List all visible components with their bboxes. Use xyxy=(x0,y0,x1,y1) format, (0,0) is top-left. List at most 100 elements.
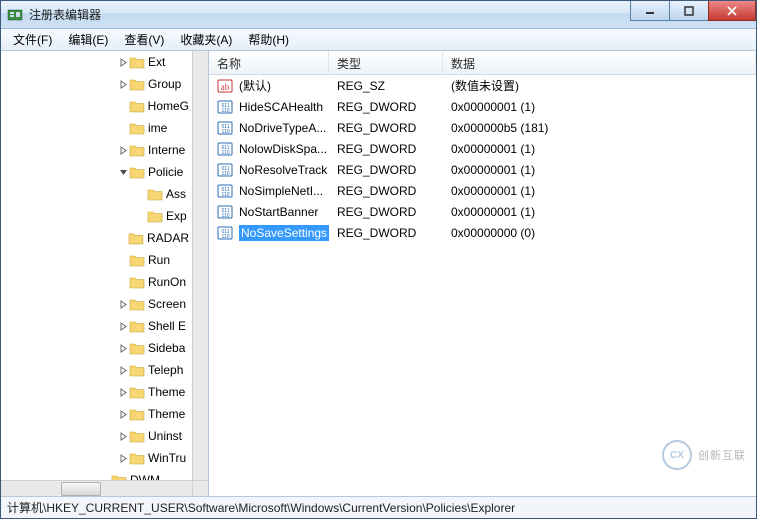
tree-item[interactable]: Uninst xyxy=(3,425,192,447)
tree-item[interactable]: Exp xyxy=(3,205,192,227)
tree-vertical-scrollbar[interactable] xyxy=(192,51,208,480)
expander-none xyxy=(117,276,129,288)
registry-value-row[interactable]: 011110NoStartBannerREG_DWORD0x00000001 (… xyxy=(209,201,756,222)
close-button[interactable] xyxy=(708,1,756,21)
value-name: NoSaveSettings xyxy=(239,225,329,241)
tree-item[interactable]: Ass xyxy=(3,183,192,205)
tree-item[interactable]: Policie xyxy=(3,161,192,183)
expander-open-icon[interactable] xyxy=(117,166,129,178)
folder-icon xyxy=(129,363,145,377)
registry-value-row[interactable]: 011110NolowDiskSpa...REG_DWORD0x00000001… xyxy=(209,138,756,159)
scrollbar-thumb[interactable] xyxy=(61,482,101,496)
list-body[interactable]: ab(默认)REG_SZ(数值未设置) 011110 HideSCAHealth RE… xyxy=(209,75,756,496)
tree-view[interactable]: ExtGroupHomeGimeInternePolicieAssExpRADA… xyxy=(1,51,192,480)
folder-icon xyxy=(129,297,145,311)
expander-closed-icon[interactable] xyxy=(117,298,129,310)
menu-file[interactable]: 文件(F) xyxy=(5,29,60,50)
value-data: 0x00000001 (1) xyxy=(443,100,756,114)
tree-item-label: Screen xyxy=(145,293,189,315)
column-header-name[interactable]: 名称 xyxy=(209,51,329,74)
dword-value-icon: 011110 xyxy=(217,120,233,136)
value-type: REG_SZ xyxy=(329,79,443,93)
expander-closed-icon[interactable] xyxy=(117,364,129,376)
tree-item[interactable]: DWM xyxy=(3,469,192,480)
expander-closed-icon[interactable] xyxy=(117,56,129,68)
status-path: 计算机\HKEY_CURRENT_USER\Software\Microsoft… xyxy=(7,499,515,516)
tree-item[interactable]: Interne xyxy=(3,139,192,161)
folder-icon xyxy=(129,143,145,157)
value-data: 0x00000001 (1) xyxy=(443,163,756,177)
tree-item[interactable]: Theme xyxy=(3,403,192,425)
registry-value-row[interactable]: 011110NoSaveSettingsREG_DWORD0x00000000 … xyxy=(209,222,756,243)
tree-item-label: Interne xyxy=(145,139,188,161)
value-name: HideSCAHealth xyxy=(239,100,323,114)
value-data: 0x00000000 (0) xyxy=(443,226,756,240)
expander-none xyxy=(117,100,129,112)
value-type: REG_DWORD xyxy=(329,142,443,156)
tree-item[interactable]: Run xyxy=(3,249,192,271)
tree-item-label: RADAR xyxy=(144,227,192,249)
tree-item[interactable]: Sideba xyxy=(3,337,192,359)
expander-closed-icon[interactable] xyxy=(117,452,129,464)
registry-value-row[interactable]: 011110NoSimpleNetI...REG_DWORD0x00000001… xyxy=(209,180,756,201)
tree-item[interactable]: RunOn xyxy=(3,271,192,293)
titlebar[interactable]: 注册表编辑器 xyxy=(1,1,756,29)
tree-item[interactable]: WinTru xyxy=(3,447,192,469)
tree-item[interactable]: ime xyxy=(3,117,192,139)
tree-horizontal-scrollbar[interactable] xyxy=(1,480,192,496)
tree-item-label: Uninst xyxy=(145,425,185,447)
expander-none xyxy=(117,122,129,134)
registry-value-row[interactable]: 011110NoResolveTrackREG_DWORD0x00000001 … xyxy=(209,159,756,180)
expander-closed-icon[interactable] xyxy=(117,342,129,354)
expander-none xyxy=(117,254,129,266)
expander-closed-icon[interactable] xyxy=(117,320,129,332)
tree-item[interactable]: RADAR xyxy=(3,227,192,249)
registry-value-row[interactable]: 011110HideSCAHealthREG_DWORD0x00000001 (… xyxy=(209,96,756,117)
tree-item-label: Ext xyxy=(145,51,168,73)
svg-text:110: 110 xyxy=(222,192,230,198)
folder-icon xyxy=(129,319,145,333)
tree-item[interactable]: Theme xyxy=(3,381,192,403)
list-pane: 名称 类型 数据 ab(默认)REG_SZ(数值未设置) 011110 HideSC… xyxy=(209,51,756,496)
value-type: REG_DWORD xyxy=(329,163,443,177)
menu-favorites[interactable]: 收藏夹(A) xyxy=(172,29,240,50)
tree-item[interactable]: Group xyxy=(3,73,192,95)
registry-value-row[interactable]: 011110NoDriveTypeA...REG_DWORD0x000000b5… xyxy=(209,117,756,138)
value-type: REG_DWORD xyxy=(329,205,443,219)
tree-item-label: Policie xyxy=(145,161,186,183)
value-name: NoSimpleNetI... xyxy=(239,184,323,198)
tree-item-label: Run xyxy=(145,249,173,271)
expander-closed-icon[interactable] xyxy=(117,78,129,90)
tree-item[interactable]: Shell E xyxy=(3,315,192,337)
menu-help[interactable]: 帮助(H) xyxy=(240,29,297,50)
registry-value-row[interactable]: ab(默认)REG_SZ(数值未设置) xyxy=(209,75,756,96)
list-header: 名称 类型 数据 xyxy=(209,51,756,75)
value-data: 0x00000001 (1) xyxy=(443,205,756,219)
svg-text:110: 110 xyxy=(222,108,230,114)
tree-item[interactable]: Teleph xyxy=(3,359,192,381)
maximize-button[interactable] xyxy=(669,1,709,21)
folder-icon xyxy=(129,55,145,69)
menu-view[interactable]: 查看(V) xyxy=(116,29,172,50)
expander-closed-icon[interactable] xyxy=(117,386,129,398)
column-header-type[interactable]: 类型 xyxy=(329,51,443,74)
folder-icon xyxy=(147,209,163,223)
folder-icon xyxy=(129,253,145,267)
value-type: REG_DWORD xyxy=(329,226,443,240)
tree-item[interactable]: HomeG xyxy=(3,95,192,117)
menu-edit[interactable]: 编辑(E) xyxy=(60,29,116,50)
column-header-data[interactable]: 数据 xyxy=(443,51,756,74)
dword-value-icon: 011110 xyxy=(217,99,233,115)
tree-item-label: DWM xyxy=(127,469,163,480)
expander-closed-icon[interactable] xyxy=(117,144,129,156)
tree-item[interactable]: Screen xyxy=(3,293,192,315)
expander-closed-icon[interactable] xyxy=(117,408,129,420)
expander-closed-icon[interactable] xyxy=(117,430,129,442)
minimize-button[interactable] xyxy=(630,1,670,21)
tree-item-label: HomeG xyxy=(145,95,192,117)
folder-icon xyxy=(147,187,163,201)
value-data: 0x000000b5 (181) xyxy=(443,121,756,135)
registry-editor-window: 注册表编辑器 文件(F) 编辑(E) 查看(V) 收藏夹(A) 帮助(H) Ex… xyxy=(0,0,757,519)
tree-item[interactable]: Ext xyxy=(3,51,192,73)
svg-text:110: 110 xyxy=(222,129,230,135)
